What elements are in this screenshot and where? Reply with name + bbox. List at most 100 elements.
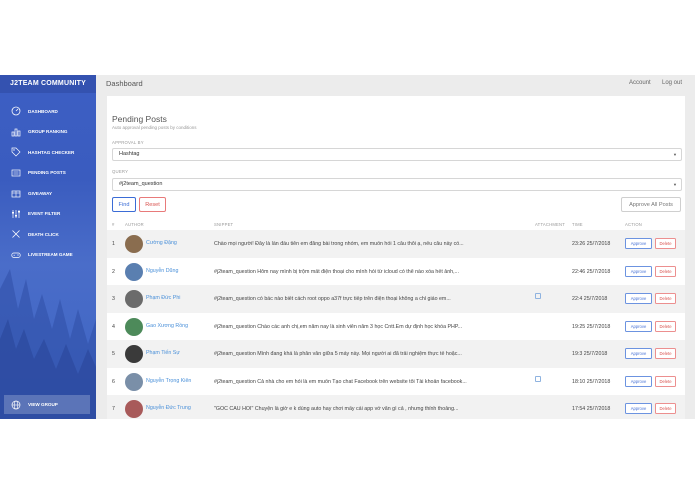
page-title: Pending Posts: [112, 114, 167, 124]
query-select[interactable]: #j2team_question ▼: [112, 178, 682, 191]
reset-button[interactable]: Reset: [139, 197, 166, 212]
author-link[interactable]: Phạm Tiến Sự: [146, 350, 180, 356]
post-snippet: #j2team_question Cả nhà cho em hỏi là em…: [214, 378, 467, 385]
approve-button[interactable]: Approve: [625, 375, 652, 387]
delete-button[interactable]: Delete: [655, 238, 676, 249]
sidebar-item-label: PENDING POSTS: [28, 170, 66, 176]
sidebar-item-livestream-game[interactable]: LIVESTREAM GAME: [0, 245, 96, 266]
author-link[interactable]: Gao Xương Rồng: [146, 323, 188, 329]
delete-button[interactable]: Delete: [655, 293, 676, 304]
approval-by-label: APPROVAL BY: [112, 140, 144, 145]
filter-icon: [10, 208, 22, 220]
row-number: 1: [112, 241, 115, 247]
sidebar-item-label: HASHTAG CHECKER: [28, 149, 75, 155]
row-number: 6: [112, 378, 115, 385]
gamepad-icon: [10, 249, 22, 261]
sidebar-item-label: EVENT FILTER: [28, 211, 61, 217]
post-snippet: "GÓC CẦU HỎI" Chuyện là giờ e k dùng aut…: [214, 406, 459, 412]
document-icon: [10, 167, 22, 179]
account-link[interactable]: Account: [629, 80, 651, 86]
table-row: 5 Phạm Tiến Sự #j2team_question Mình đang …: [107, 340, 685, 368]
avatar[interactable]: [125, 235, 143, 253]
table-row: 4 Gao Xương Rồng #j2team_question Chào các…: [107, 313, 685, 341]
view-group-label: VIEW GROUP: [28, 402, 58, 407]
col-attachment: ATTACHMENT: [535, 222, 565, 227]
query-label: QUERY: [112, 169, 129, 174]
post-time: 19:25 25/7/2018: [572, 323, 611, 330]
table-row: 7 Nguyễn Đức Trung "GÓC CẦU HỎI" Chuyện là…: [107, 395, 685, 419]
avatar[interactable]: [125, 372, 143, 391]
post-time: 19:3 25/7/2018: [572, 351, 608, 357]
page-subtitle: Auto approval pending posts by condition…: [112, 125, 197, 130]
avatar[interactable]: [125, 345, 143, 363]
row-number: 5: [112, 351, 115, 357]
col-num: #: [112, 222, 115, 227]
pending-posts-panel: Pending Posts Auto approval pending post…: [107, 96, 685, 419]
gift-icon: [10, 187, 22, 199]
sidebar-item-event-filter[interactable]: EVENT FILTER: [0, 204, 96, 225]
query-value: #j2team_question: [119, 181, 163, 187]
avatar[interactable]: [125, 317, 143, 336]
approve-button[interactable]: Approve: [625, 265, 652, 277]
image-icon[interactable]: [535, 293, 541, 299]
delete-button[interactable]: Delete: [655, 403, 676, 414]
author-link[interactable]: Nguyễn Trọng Kiên: [146, 378, 191, 384]
sidebar-item-death-click[interactable]: DEATH CLICK: [0, 224, 96, 245]
dashboard-icon: [10, 105, 22, 117]
sidebar-item-label: GROUP RANKING: [28, 129, 68, 135]
avatar[interactable]: [125, 262, 143, 281]
author-link[interactable]: Phạm Đức Phi: [146, 295, 180, 301]
approval-by-value: Hashtag: [119, 151, 140, 157]
table-row: 2 Nguyễn Dũng #j2team_question Hôm nay mìn…: [107, 258, 685, 286]
approve-button[interactable]: Approve: [625, 320, 652, 332]
delete-button[interactable]: Delete: [655, 265, 676, 277]
row-number: 3: [112, 296, 115, 302]
author-link[interactable]: Nguyễn Đức Trung: [146, 405, 191, 411]
delete-button[interactable]: Delete: [655, 348, 676, 359]
table-header: # AUTHOR SNIPPET ATTACHMENT TIME ACTION: [107, 220, 685, 230]
avatar[interactable]: [125, 290, 143, 308]
row-number: 7: [112, 406, 115, 412]
table-row: 1 Cường Đặng Chào mọi người! Đây là lần đầ…: [107, 230, 685, 258]
sidebar: J2TEAM COMMUNITY DASHBOARD GROUP RANKING…: [0, 75, 96, 419]
logout-link[interactable]: Log out: [662, 80, 682, 86]
col-snippet: SNIPPET: [214, 222, 234, 227]
approve-button[interactable]: Approve: [625, 403, 652, 414]
sidebar-nav: DASHBOARD GROUP RANKING HASHTAG CHECKER …: [0, 101, 96, 265]
post-snippet: #j2team_question có bác nào biết cách ro…: [214, 296, 451, 302]
sidebar-item-dashboard[interactable]: DASHBOARD: [0, 101, 96, 122]
sidebar-item-giveaway[interactable]: GIVEAWAY: [0, 183, 96, 204]
row-number: 4: [112, 323, 115, 330]
author-link[interactable]: Nguyễn Dũng: [146, 268, 178, 274]
post-time: 22:46 25/7/2018: [572, 268, 611, 275]
post-snippet: #j2team_question Hôm nay mình bị trộm mấ…: [214, 268, 459, 275]
avatar[interactable]: [125, 400, 143, 418]
sidebar-item-hashtag-checker[interactable]: HASHTAG CHECKER: [0, 142, 96, 163]
chevron-down-icon: ▼: [673, 182, 677, 187]
approve-all-button[interactable]: Approve All Posts: [621, 197, 681, 212]
approval-by-select[interactable]: Hashtag ▼: [112, 148, 682, 161]
breadcrumb[interactable]: Dashboard: [106, 79, 143, 88]
table-row: 3 Phạm Đức Phi #j2team_question có bác nào…: [107, 285, 685, 313]
post-snippet: #j2team_question Chào các anh chị,em năm…: [214, 323, 463, 330]
col-time: TIME: [572, 222, 583, 227]
approve-button[interactable]: Approve: [625, 293, 652, 304]
delete-button[interactable]: Delete: [655, 320, 676, 332]
sidebar-item-group-ranking[interactable]: GROUP RANKING: [0, 122, 96, 143]
sidebar-item-pending-posts[interactable]: PENDING POSTS: [0, 163, 96, 184]
author-link[interactable]: Cường Đặng: [146, 240, 177, 246]
sidebar-item-label: GIVEAWAY: [28, 190, 53, 196]
delete-button[interactable]: Delete: [655, 375, 676, 387]
find-button[interactable]: Find: [112, 197, 136, 212]
approve-button[interactable]: Approve: [625, 348, 652, 359]
view-group-button[interactable]: VIEW GROUP: [4, 395, 90, 414]
top-bar: Dashboard Account Log out: [96, 75, 695, 95]
sidebar-title: J2TEAM COMMUNITY: [0, 75, 96, 93]
approve-button[interactable]: Approve: [625, 238, 652, 249]
table-row: 6 Nguyễn Trọng Kiên #j2team_question Cả nh…: [107, 368, 685, 396]
sidebar-item-label: DASHBOARD: [28, 108, 58, 114]
image-icon[interactable]: [535, 375, 541, 382]
forest-background: [0, 269, 96, 419]
sidebar-item-label: DEATH CLICK: [28, 231, 59, 237]
close-icon: [10, 228, 22, 240]
